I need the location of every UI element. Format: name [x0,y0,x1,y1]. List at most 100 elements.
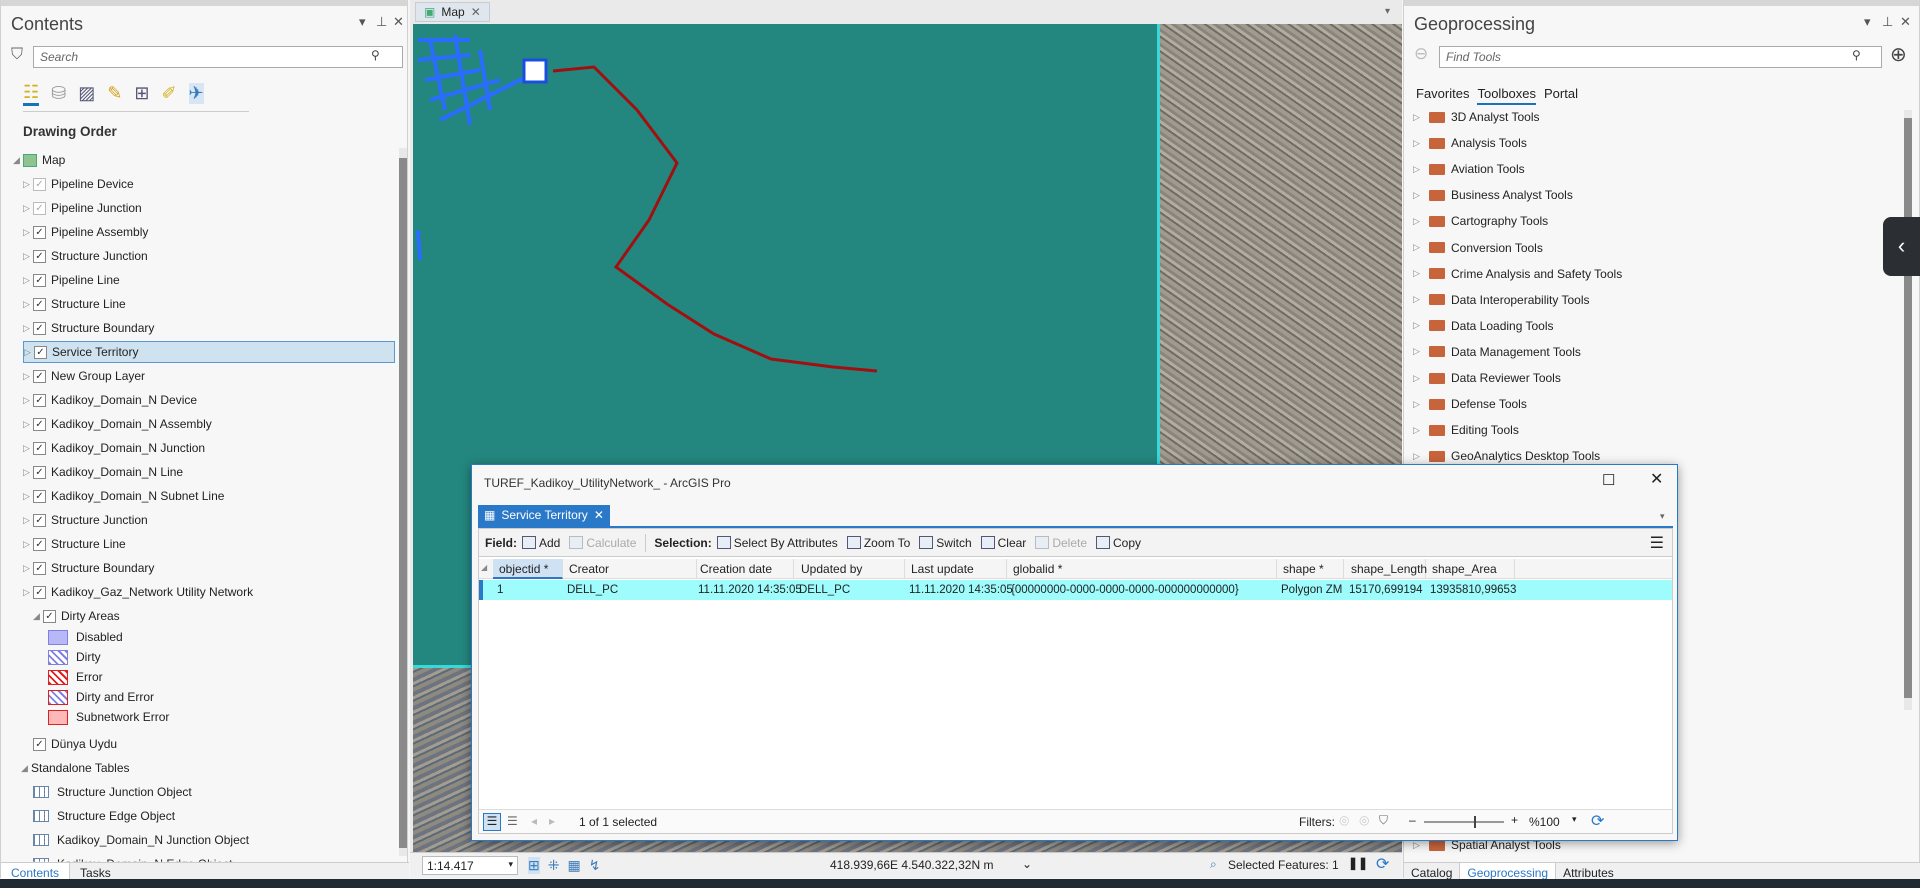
maximize-button[interactable]: ☐ [1602,471,1615,489]
column-header[interactable]: shape * [1277,559,1344,579]
standalone-tables-heading[interactable]: ◢ Standalone Tables [21,757,130,779]
table-cell[interactable]: 15170,699194 [1345,580,1426,600]
filter-definition-icon[interactable]: ⛉ [1379,813,1388,828]
layer-item[interactable]: ▷ ✓ Structure Boundary [23,557,154,579]
layer-item[interactable]: ▷ ✓ Service Territory [23,341,395,363]
correction-icon[interactable]: ↯ [589,857,601,874]
calculate-field-button[interactable]: Calculate [569,536,636,550]
standalone-table-item[interactable]: Structure Edge Object [33,805,175,827]
layer-item[interactable]: ▷ ✓ Structure Boundary [23,317,154,339]
visibility-checkbox[interactable]: ✓ [33,513,46,527]
visibility-checkbox[interactable]: ✓ [33,249,46,263]
layer-item[interactable]: ▷ ✓ New Group Layer [23,365,145,387]
tab-favorites[interactable]: Favorites [1416,86,1469,105]
snapping-icon[interactable]: ⁜ [548,857,560,874]
pause-icon[interactable]: ❚❚ [1348,856,1368,870]
layer-item[interactable]: ▷ ✓ Pipeline Device [23,173,134,195]
pin-icon[interactable]: ⊥ [376,14,387,30]
editing-icon[interactable]: ✎ [107,83,122,104]
coordinate-format-chevron-icon[interactable]: ⌄ [1022,857,1032,871]
visibility-checkbox[interactable]: ✓ [33,561,46,575]
delete-button[interactable]: Delete [1035,536,1087,550]
column-header[interactable]: globalid * [1007,559,1277,579]
clear-selection-button[interactable]: Clear [980,536,1026,550]
toolbox-item[interactable]: ▷ Conversion Tools [1413,237,1543,259]
table-cell[interactable]: 11.11.2020 14:35:05 [905,580,1013,600]
layer-item[interactable]: ▷ ✓ Pipeline Junction [23,197,142,219]
toolbox-item[interactable]: ▷ Crime Analysis and Safety Tools [1413,263,1622,285]
layer-item[interactable]: ▷ ✓ Kadikoy_Domain_N Device [23,389,197,411]
toolbox-item[interactable]: ▷ Defense Tools [1413,393,1527,415]
table-cell[interactable]: Polygon ZM [1277,580,1344,600]
close-button[interactable]: ✕ [1650,469,1663,489]
grid-icon[interactable]: ▦ [567,857,580,874]
back-icon[interactable]: ⊖ [1414,44,1428,64]
column-header[interactable]: objectid * [493,559,563,579]
table-cell[interactable]: 1 [493,580,563,600]
tab-toolboxes[interactable]: Toolboxes [1477,86,1537,105]
previous-record-icon[interactable]: ◂ [531,814,537,828]
grid-snap-icon[interactable]: ⊞ [528,857,540,874]
search-icon[interactable]: ⚲ [1852,48,1861,62]
show-all-records-icon[interactable]: ☰ [483,813,501,831]
visibility-checkbox[interactable]: ✓ [33,321,46,335]
layer-item-dirty-areas[interactable]: ◢ ✓ Dirty Areas [33,605,120,627]
column-header[interactable]: shape_Area [1426,559,1515,579]
layer-item[interactable]: ▷ ✓ Kadikoy_Domain_N Line [23,461,183,483]
selected-features-count[interactable]: Selected Features: 1 [1228,858,1339,872]
filter-time-icon[interactable]: ◎ [1359,813,1369,827]
toolbox-item[interactable]: ▷ Business Analyst Tools [1413,184,1573,206]
visibility-checkbox[interactable]: ✓ [33,225,46,239]
tab-map[interactable]: ▣ Map ✕ [415,2,490,22]
copy-button[interactable]: Copy [1096,536,1141,550]
switch-selection-button[interactable]: Switch [919,536,972,550]
visibility-checkbox[interactable]: ✓ [33,489,46,503]
standalone-table-item[interactable]: Structure Junction Object [33,781,192,803]
visibility-checkbox[interactable]: ✓ [33,465,46,479]
toolbox-item[interactable]: ▷ Data Interoperability Tools [1413,289,1590,311]
pane-options-icon[interactable]: ▾ [359,14,366,30]
layer-item[interactable]: ▷ ✓ Structure Line [23,293,126,315]
visibility-checkbox[interactable]: ✓ [33,441,46,455]
layer-item[interactable]: ▷ ✓ Kadikoy_Domain_N Junction [23,437,205,459]
column-header[interactable]: shape_Length [1345,559,1427,579]
geoprocessing-scrollbar[interactable] [1904,110,1912,710]
add-field-button[interactable]: Add [522,536,560,550]
visibility-checkbox[interactable]: ✓ [34,345,47,359]
visibility-checkbox[interactable]: ✓ [33,585,46,599]
layer-item[interactable]: ▷ ✓ Kadikoy_Domain_N Assembly [23,413,212,435]
select-by-attributes-button[interactable]: Select By Attributes [716,536,838,550]
toolbox-item[interactable]: ▷ Cartography Tools [1413,210,1548,232]
filter-extent-icon[interactable]: ◎ [1339,813,1349,827]
visibility-checkbox[interactable]: ✓ [33,201,46,215]
labeling-icon[interactable]: ✐ [161,83,176,104]
expand-pane-chevron-icon[interactable]: ‹ [1883,217,1920,276]
column-header[interactable]: Last update [905,559,1007,579]
pin-icon[interactable]: ⊥ [1882,14,1893,30]
show-selected-records-icon[interactable]: ☰ [507,814,518,828]
zoom-to-button[interactable]: Zoom To [846,536,910,550]
tab-list-icon[interactable]: ▾ [1385,6,1390,17]
selected-features-icon[interactable]: ⌕ [1210,857,1217,872]
table-cell[interactable]: DELL_PC [563,580,697,600]
close-icon[interactable]: ✕ [393,14,404,30]
pane-options-icon[interactable]: ▾ [1864,14,1871,30]
layer-item-basemap[interactable]: ✓ Dünya Uydu [33,733,117,755]
toolbox-item[interactable]: ▷ Data Management Tools [1413,341,1581,363]
visibility-checkbox[interactable]: ✓ [33,297,46,311]
scale-select[interactable]: 1:14.417 ▾ [422,856,518,875]
tab-portal[interactable]: Portal [1544,86,1578,105]
zoom-out-button[interactable]: – [1409,813,1416,827]
toolbox-item[interactable]: ▷ Data Loading Tools [1413,315,1554,337]
zoom-in-button[interactable]: + [1511,813,1518,827]
table-cell[interactable]: {00000000-0000-0000-0000-000000000000} [1007,580,1277,600]
refresh-icon[interactable]: ⟳ [1591,811,1604,831]
filter-icon[interactable]: ⛉ [11,46,23,64]
select-all-corner[interactable]: ◢ [481,563,487,572]
layer-item[interactable]: ▷ ✓ Pipeline Assembly [23,221,148,243]
visibility-checkbox[interactable]: ✓ [33,369,46,383]
zoom-level-select[interactable]: %100 [1529,815,1560,829]
visibility-checkbox[interactable]: ✓ [33,273,46,287]
tab-service-territory[interactable]: ▦ Service Territory ✕ [478,505,610,526]
table-cell[interactable]: 11.11.2020 14:35:05 [694,580,802,600]
